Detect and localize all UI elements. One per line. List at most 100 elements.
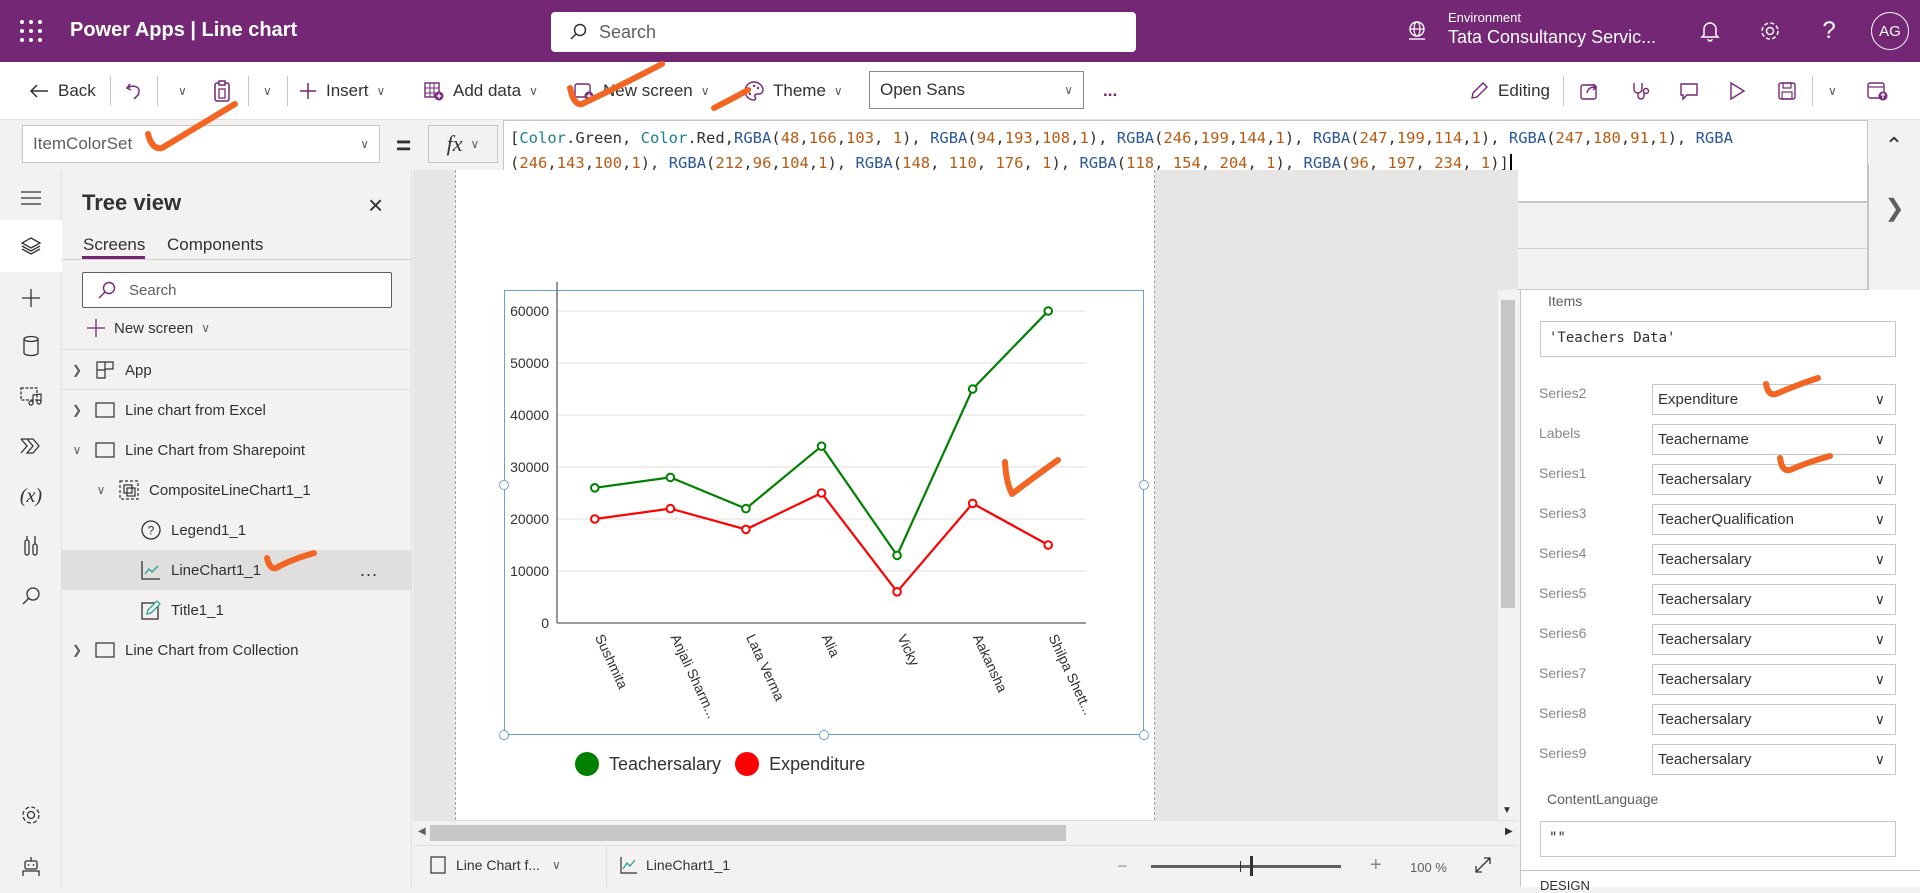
data-point-expenditure[interactable] bbox=[741, 524, 751, 535]
chevron-down-icon: ∨ bbox=[529, 84, 538, 98]
editing-mode-button[interactable]: Editing bbox=[1468, 62, 1550, 120]
more-options-button[interactable]: ... bbox=[1103, 62, 1117, 120]
vertical-scrollbar-thumb[interactable] bbox=[1501, 300, 1515, 608]
horizontal-scrollbar-thumb[interactable] bbox=[430, 825, 1066, 841]
property-dropdown-series7[interactable]: Teachersalary ∨ bbox=[1652, 664, 1896, 695]
chevron-right-icon[interactable]: ❯ bbox=[70, 643, 84, 657]
tree-new-screen-button[interactable]: New screen ∨ bbox=[86, 318, 210, 338]
tree-item-screen[interactable]: ❯ Line Chart from Collection bbox=[62, 630, 412, 670]
data-point-teachersalary[interactable] bbox=[967, 384, 978, 394]
app-checker-button[interactable] bbox=[1630, 62, 1660, 120]
property-dropdown-series4[interactable]: Teachersalary ∨ bbox=[1652, 544, 1896, 575]
media-icon[interactable] bbox=[0, 376, 62, 416]
zoom-slider-thumb[interactable] bbox=[1250, 856, 1253, 876]
screen-breadcrumb[interactable]: Line Chart f... ∨ bbox=[430, 856, 561, 874]
annotation-checkmark bbox=[711, 87, 751, 111]
resize-handle[interactable] bbox=[1139, 730, 1149, 740]
chevron-right-icon[interactable]: ❯ bbox=[70, 403, 84, 417]
zoom-in-button[interactable]: + bbox=[1370, 854, 1382, 877]
x-tick-label: Anjali Sharm... bbox=[668, 632, 721, 721]
preview-play-button[interactable] bbox=[1727, 62, 1755, 120]
insert-button[interactable]: Insert ∨ bbox=[298, 62, 385, 120]
tab-components[interactable]: Components bbox=[167, 235, 263, 255]
property-dropdown-series6[interactable]: Teachersalary ∨ bbox=[1652, 624, 1896, 655]
more-options-icon[interactable]: ... bbox=[360, 560, 378, 581]
comments-button[interactable] bbox=[1678, 62, 1708, 120]
close-icon[interactable]: × bbox=[368, 190, 383, 221]
hamburger-menu-icon[interactable] bbox=[0, 178, 62, 218]
search-icon[interactable] bbox=[0, 576, 62, 616]
zoom-slider[interactable] bbox=[1151, 865, 1341, 868]
items-input[interactable]: 'Teachers Data' bbox=[1540, 321, 1896, 357]
paste-dropdown[interactable]: ∨ bbox=[255, 62, 272, 120]
user-avatar[interactable]: AG bbox=[1871, 12, 1909, 50]
property-dropdown-series9[interactable]: Teachersalary ∨ bbox=[1652, 744, 1896, 775]
save-button[interactable] bbox=[1777, 62, 1805, 120]
resize-handle[interactable] bbox=[1139, 480, 1149, 490]
font-selector[interactable]: Open Sans ∨ bbox=[869, 71, 1084, 109]
tree-item-screen[interactable]: ∨ Line Chart from Sharepoint bbox=[62, 430, 412, 470]
resize-handle[interactable] bbox=[819, 730, 829, 740]
scroll-left-arrow-icon[interactable]: ◀ bbox=[418, 826, 426, 837]
scroll-right-arrow-icon[interactable]: ▶ bbox=[1505, 826, 1513, 837]
function-button[interactable]: fx ∨ bbox=[428, 125, 498, 163]
data-point-expenditure[interactable] bbox=[665, 503, 676, 514]
line-chart[interactable]: 0 10000 20000 30000 40000 50000 60000 Sushmita… bbox=[490, 280, 1130, 730]
resize-handle[interactable] bbox=[499, 730, 509, 740]
data-point-teachersalary[interactable] bbox=[816, 441, 827, 451]
tree-item-screen[interactable]: ❯ Line chart from Excel bbox=[62, 390, 412, 430]
settings-gear-icon[interactable] bbox=[1757, 18, 1783, 44]
tree-item-app[interactable]: ❯ App bbox=[62, 350, 412, 390]
back-button[interactable]: Back bbox=[28, 62, 96, 120]
property-dropdown-series8[interactable]: Teachersalary ∨ bbox=[1652, 704, 1896, 735]
virtual-agent-icon[interactable] bbox=[0, 846, 62, 886]
data-point-expenditure[interactable] bbox=[1043, 540, 1054, 550]
data-point-teachersalary[interactable] bbox=[741, 503, 751, 514]
settings-gear-icon[interactable] bbox=[0, 795, 62, 835]
share-button[interactable] bbox=[1578, 62, 1608, 120]
chevron-down-icon[interactable]: ∨ bbox=[94, 483, 108, 497]
chevron-down-icon[interactable]: ∨ bbox=[70, 443, 84, 457]
notifications-bell-icon[interactable] bbox=[1697, 18, 1723, 44]
scroll-down-arrow-icon[interactable]: ▼ bbox=[1502, 805, 1512, 816]
fx-icon: fx bbox=[446, 131, 463, 156]
data-point-teachersalary[interactable] bbox=[1043, 306, 1054, 316]
tree-item-control[interactable]: Title1_1 bbox=[62, 590, 412, 630]
tree-item-control[interactable]: ? Legend1_1 bbox=[62, 510, 412, 550]
data-point-expenditure[interactable] bbox=[816, 488, 827, 498]
tab-screens[interactable]: Screens bbox=[83, 235, 145, 255]
data-point-teachersalary[interactable] bbox=[665, 472, 676, 483]
tree-search-input[interactable]: Search bbox=[82, 272, 392, 308]
expand-panel-icon[interactable]: ❯ bbox=[1868, 164, 1920, 290]
save-dropdown[interactable]: ∨ bbox=[1820, 62, 1837, 120]
tree-item-control-selected[interactable]: LineChart1_1 ... bbox=[62, 550, 412, 590]
publish-button[interactable] bbox=[1866, 62, 1896, 120]
app-launcher-icon[interactable] bbox=[20, 20, 42, 42]
tree-view-layers-icon[interactable] bbox=[0, 226, 62, 266]
data-point-teachersalary[interactable] bbox=[589, 483, 600, 493]
content-language-input[interactable]: "" bbox=[1540, 821, 1896, 857]
tree-item-label: Legend1_1 bbox=[171, 521, 247, 539]
data-point-expenditure[interactable] bbox=[892, 587, 902, 597]
chevron-right-icon[interactable]: ❯ bbox=[70, 363, 84, 377]
tree-item-group[interactable]: ∨ CompositeLineChart1_1 bbox=[62, 470, 412, 510]
property-dropdown-series5[interactable]: Teachersalary ∨ bbox=[1652, 584, 1896, 615]
property-dropdown-series3[interactable]: TeacherQualification ∨ bbox=[1652, 504, 1896, 535]
advanced-tools-icon[interactable] bbox=[0, 526, 62, 566]
environment-selector[interactable]: Tata Consultancy Servic... bbox=[1448, 27, 1656, 48]
data-point-teachersalary[interactable] bbox=[892, 550, 902, 561]
control-breadcrumb[interactable]: LineChart1_1 bbox=[620, 856, 730, 874]
global-search-input[interactable]: Search bbox=[551, 12, 1136, 52]
variables-icon[interactable]: (x) bbox=[0, 476, 62, 516]
data-point-expenditure[interactable] bbox=[589, 514, 600, 524]
power-automate-icon[interactable] bbox=[0, 426, 62, 466]
data-point-expenditure[interactable] bbox=[967, 498, 978, 509]
collapse-formula-bar-icon[interactable]: ⌃ bbox=[1868, 128, 1920, 164]
fit-to-window-icon[interactable] bbox=[1473, 855, 1493, 880]
help-icon[interactable]: ? bbox=[1816, 17, 1842, 44]
add-data-button[interactable]: Add data ∨ bbox=[423, 62, 538, 120]
environment-icon[interactable] bbox=[1406, 20, 1428, 47]
insert-plus-icon[interactable] bbox=[0, 278, 62, 318]
zoom-out-button[interactable]: − bbox=[1117, 856, 1128, 877]
data-cylinder-icon[interactable] bbox=[0, 326, 62, 366]
